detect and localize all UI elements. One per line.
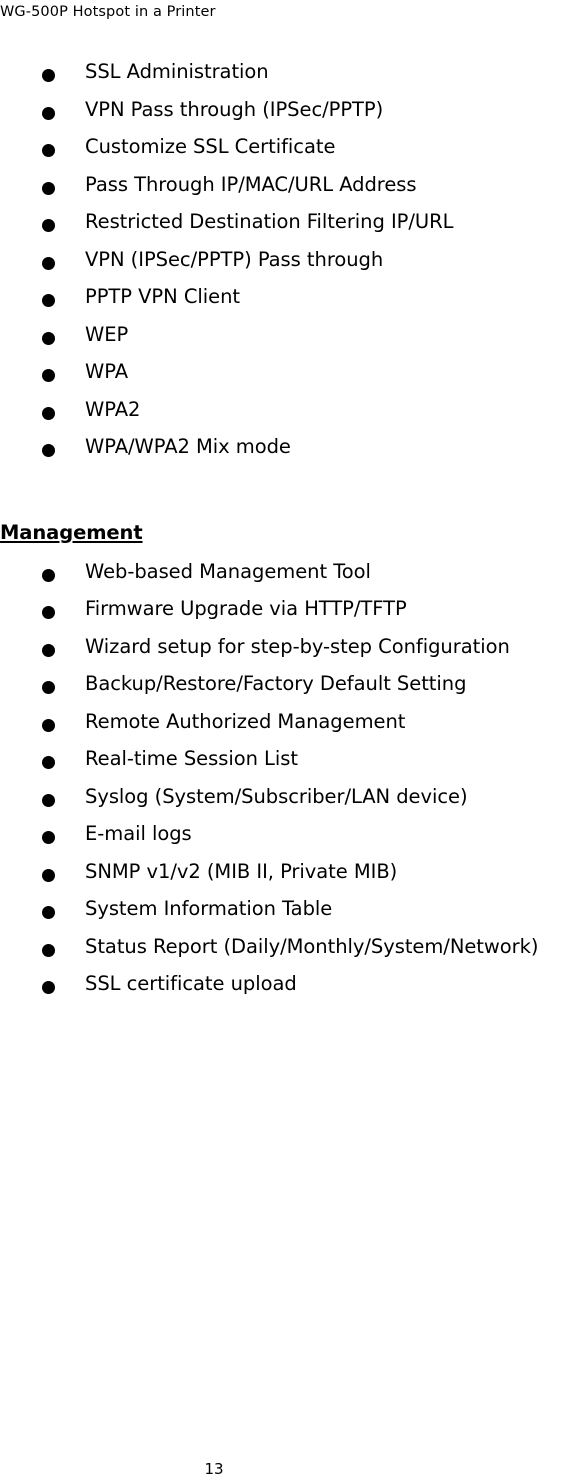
feature-list-security: SSL Administration VPN Pass through (IPS… [0, 58, 572, 471]
list-item-label: SSL certificate upload [85, 972, 297, 995]
document-page: WG-500P Hotspot in a Printer SSL Adminis… [0, 0, 572, 1483]
round-bullet-icon [42, 793, 55, 807]
round-bullet-icon [42, 219, 55, 232]
list-item: WPA/WPA2 Mix mode [0, 433, 572, 471]
round-bullet-icon [42, 106, 55, 120]
round-bullet-icon [42, 831, 55, 844]
list-item: SNMP v1/v2 (MIB II, Private MIB) [0, 858, 572, 896]
section-management: Management Web-based Management Tool Fir… [0, 519, 572, 1008]
round-bullet-icon [42, 406, 55, 420]
list-item: WPA2 [0, 396, 572, 434]
list-item: VPN (IPSec/PPTP) Pass through [0, 246, 572, 284]
list-item: WPA [0, 358, 572, 396]
list-item-label: Syslog (System/Subscriber/LAN device) [85, 784, 468, 808]
list-item: Firmware Upgrade via HTTP/TFTP [0, 595, 572, 633]
round-bullet-icon [42, 181, 55, 195]
list-item-label: Wizard setup for step-by-step Configurat… [85, 634, 510, 658]
round-bullet-icon [42, 943, 55, 957]
round-bullet-icon [42, 981, 55, 994]
section-security-features: SSL Administration VPN Pass through (IPS… [0, 58, 572, 471]
round-bullet-icon [42, 294, 55, 307]
list-item: Status Report (Daily/Monthly/System/Netw… [0, 933, 572, 971]
round-bullet-icon [42, 718, 55, 732]
list-item-label: Web-based Management Tool [85, 559, 371, 583]
list-item: VPN Pass through (IPSec/PPTP) [0, 96, 572, 134]
list-item: SSL certificate upload [0, 970, 572, 1008]
list-item: Wizard setup for step-by-step Configurat… [0, 633, 572, 671]
list-item: Web-based Management Tool [0, 558, 572, 596]
list-item-label: WPA2 [85, 397, 141, 421]
list-item: SSL Administration [0, 58, 572, 96]
list-item-label: Firmware Upgrade via HTTP/TFTP [85, 597, 407, 620]
list-item-label: Backup/Restore/Factory Default Setting [85, 672, 467, 695]
round-bullet-icon [42, 681, 55, 694]
list-item-label: Real-time Session List [85, 747, 298, 770]
round-bullet-icon [42, 369, 55, 382]
list-item: Restricted Destination Filtering IP/URL [0, 208, 572, 246]
list-item: WEP [0, 321, 572, 359]
list-item-label: E-mail logs [85, 822, 192, 845]
list-item-label: Status Report (Daily/Monthly/System/Netw… [85, 934, 539, 958]
list-item-label: System Information Table [85, 897, 333, 920]
round-bullet-icon [42, 331, 55, 345]
list-item-label: Customize SSL Certificate [85, 135, 336, 158]
list-item: PPTP VPN Client [0, 283, 572, 321]
round-bullet-icon [42, 144, 55, 157]
section-heading-management: Management [0, 520, 143, 544]
round-bullet-icon [42, 756, 55, 769]
page-content: SSL Administration VPN Pass through (IPS… [0, 58, 572, 1008]
list-item-label: VPN (IPSec/PPTP) Pass through [85, 247, 384, 271]
round-bullet-icon [42, 606, 55, 619]
round-bullet-icon [42, 568, 55, 582]
feature-list-management: Web-based Management Tool Firmware Upgra… [0, 558, 572, 1008]
list-item: Remote Authorized Management [0, 708, 572, 746]
list-item-label: WPA/WPA2 Mix mode [85, 435, 291, 458]
round-bullet-icon [42, 906, 55, 919]
round-bullet-icon [42, 69, 55, 82]
list-item-label: WPA [85, 360, 128, 383]
list-item-label: SSL Administration [85, 60, 269, 83]
list-item: E-mail logs [0, 820, 572, 858]
list-item-label: VPN Pass through (IPSec/PPTP) [85, 97, 384, 121]
list-item: System Information Table [0, 895, 572, 933]
list-item: Customize SSL Certificate [0, 133, 572, 171]
list-item: Backup/Restore/Factory Default Setting [0, 670, 572, 708]
list-item: Syslog (System/Subscriber/LAN device) [0, 783, 572, 821]
round-bullet-icon [42, 256, 55, 270]
round-bullet-icon [42, 643, 55, 657]
list-item: Real-time Session List [0, 745, 572, 783]
list-item: Pass Through IP/MAC/URL Address [0, 171, 572, 209]
list-item-label: PPTP VPN Client [85, 285, 240, 308]
list-item-label: SNMP v1/v2 (MIB II, Private MIB) [85, 859, 398, 883]
list-item-label: Pass Through IP/MAC/URL Address [85, 172, 417, 196]
page-number: 13 [204, 1460, 224, 1478]
list-item-label: Restricted Destination Filtering IP/URL [85, 210, 454, 233]
list-item-label: Remote Authorized Management [85, 709, 406, 733]
list-item-label: WEP [85, 322, 129, 346]
round-bullet-icon [42, 444, 55, 457]
running-header: WG-500P Hotspot in a Printer [0, 4, 216, 20]
round-bullet-icon [42, 868, 55, 882]
